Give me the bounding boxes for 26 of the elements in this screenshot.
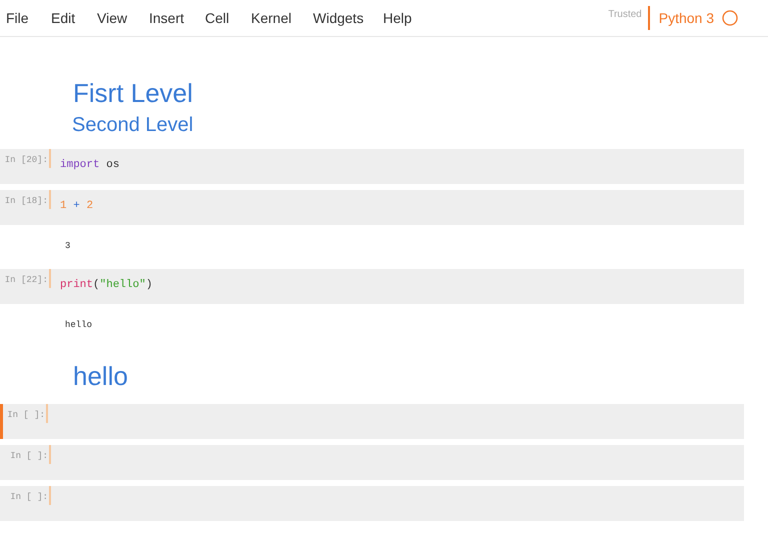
input-prompt: In [20]:: [4, 154, 48, 167]
code-input[interactable]: import os: [60, 149, 660, 175]
code-input[interactable]: 1 + 2: [60, 190, 660, 216]
markdown-heading: Fisrt Level: [73, 77, 193, 109]
menu-item[interactable]: Kernel: [251, 10, 313, 26]
code-cell[interactable]: In [18]: 1 + 2: [0, 190, 744, 225]
menu-item[interactable]: Insert: [149, 10, 205, 26]
code-input[interactable]: print("hello"): [60, 269, 660, 295]
cell-output: 3: [65, 240, 70, 253]
input-prompt: In [ ]:: [9, 491, 48, 504]
cell-output: hello: [65, 319, 92, 332]
menu-item[interactable]: View: [97, 10, 149, 26]
markdown-heading: hello: [73, 360, 128, 392]
markdown-heading: Second Level: [72, 113, 194, 138]
input-prompt: In [18]:: [4, 195, 48, 208]
input-prompt: In [ ]:: [9, 450, 48, 463]
input-prompt: In [22]:: [4, 274, 48, 287]
menu-item[interactable]: Cell: [205, 10, 251, 26]
code-cell[interactable]: In [20]: import os: [0, 149, 744, 184]
code-cell[interactable]: In [22]: print("hello"): [0, 269, 744, 304]
menu-item[interactable]: Help: [383, 10, 412, 26]
menu-item[interactable]: File: [6, 10, 51, 26]
menu-item[interactable]: Widgets: [313, 10, 383, 26]
menu-item[interactable]: Edit: [51, 10, 97, 26]
input-prompt: In [ ]:: [6, 409, 45, 422]
trusted-label: Trusted: [608, 9, 642, 20]
